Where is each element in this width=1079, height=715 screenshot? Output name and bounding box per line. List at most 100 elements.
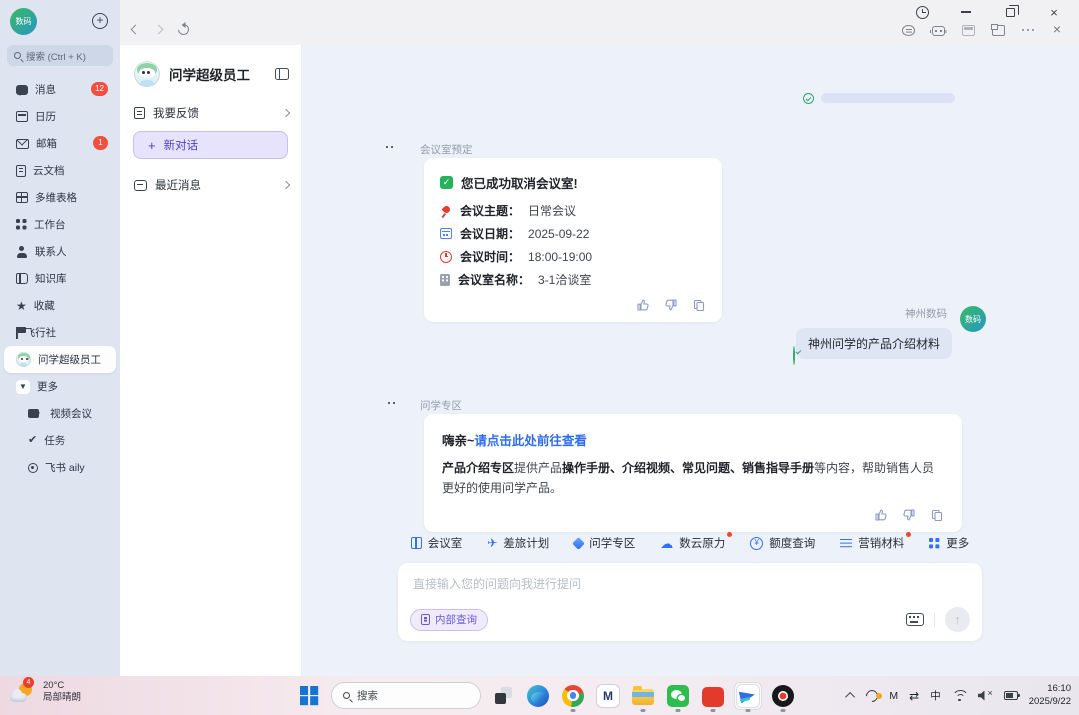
sidebar-item-aily[interactable]: 飞书 aily xyxy=(4,454,116,481)
quick-quota-query[interactable]: ¥额度查询 xyxy=(750,535,815,551)
app-toolbar: × xyxy=(902,24,1061,36)
sync-icon[interactable] xyxy=(864,687,881,704)
sidebar-item-contacts[interactable]: 联系人 xyxy=(4,238,116,265)
sidebar-item-calendar[interactable]: 日历 xyxy=(4,103,116,130)
internal-query-chip[interactable]: 内部查询 xyxy=(410,609,488,631)
minimize-icon[interactable] xyxy=(951,4,981,20)
greeting-text: 嗨亲~ xyxy=(442,434,474,448)
meeting-room-icon xyxy=(411,537,422,549)
go-view-link[interactable]: 请点击此处前往查看 xyxy=(474,434,587,448)
thumbs-down-icon[interactable] xyxy=(664,298,678,312)
copy-icon[interactable] xyxy=(692,298,706,312)
keyboard-icon[interactable] xyxy=(906,613,924,626)
recorder-app[interactable] xyxy=(770,683,796,709)
thumbs-down-icon[interactable] xyxy=(902,508,916,522)
sidebar-item-knowledge[interactable]: 知识库 xyxy=(4,265,116,292)
sidebar-item-tasks[interactable]: ✔ 任务 xyxy=(4,427,116,454)
sidebar-item-cloud-docs[interactable]: 云文档 xyxy=(4,157,116,184)
red-cat-app[interactable] xyxy=(700,683,726,709)
sidebar-item-workbench[interactable]: 工作台 xyxy=(4,211,116,238)
back-icon[interactable] xyxy=(131,25,141,35)
message-actions xyxy=(442,508,944,522)
copy-icon[interactable] xyxy=(930,508,944,522)
message-sender: 会议室预定 xyxy=(420,142,473,157)
grid-more-icon xyxy=(929,538,940,549)
m-app[interactable]: M xyxy=(595,683,621,709)
file-explorer-app[interactable] xyxy=(630,683,656,709)
search-input[interactable]: 搜索 (Ctrl + K) xyxy=(7,45,113,66)
wifi-icon[interactable] xyxy=(952,690,967,701)
quick-travel-plan[interactable]: ✈差旅计划 xyxy=(487,535,549,551)
robot-icon[interactable] xyxy=(932,26,945,36)
quick-product-zone[interactable]: 问学专区 xyxy=(574,535,635,551)
chat-area: 会议室预定 您已成功取消会议室! 会议主题： 日常会议 会议日期： 2025-0… xyxy=(302,45,1079,676)
taskbar-search[interactable]: 搜索 xyxy=(331,682,481,709)
unread-badge: 12 xyxy=(91,82,108,96)
m-app-icon: M xyxy=(597,685,619,707)
quick-marketing-material[interactable]: 营销材料 xyxy=(840,535,904,551)
cloud-icon: ☁ xyxy=(660,537,673,550)
sidebar-item-messages[interactable]: 消息 12 xyxy=(4,76,116,103)
history-icon[interactable] xyxy=(907,4,937,20)
muted-speaker-icon[interactable] xyxy=(978,691,993,701)
edge-app[interactable] xyxy=(525,683,551,709)
sidebar-item-wenxue-assistant[interactable]: 问学超级员工 xyxy=(4,346,116,373)
sidebar-item-feixingshe[interactable]: 飞行社 xyxy=(4,319,116,346)
tray-expand-icon[interactable] xyxy=(846,692,856,702)
taskbar: 4 20°C 局部晴朗 搜索 M M ⇄ 中 xyxy=(0,676,1079,715)
user-avatar: 数码 xyxy=(960,306,986,332)
sidebar-item-mail[interactable]: 邮箱 1 xyxy=(4,130,116,157)
sidebar-item-base-table[interactable]: 多维表格 xyxy=(4,184,116,211)
user-message-bubble: 神州问学的产品介绍材料 xyxy=(796,328,952,359)
close-icon[interactable]: × xyxy=(1039,4,1069,20)
collapse-panel-icon[interactable] xyxy=(275,68,289,80)
message-icon[interactable] xyxy=(902,25,915,36)
sidebar-item-more[interactable]: ▼ 更多 xyxy=(4,373,116,400)
sidebar-item-video-meeting[interactable]: 视频会议 xyxy=(4,400,116,427)
task-view-button[interactable] xyxy=(490,683,516,709)
card-view-icon[interactable] xyxy=(962,25,975,36)
weather-desc: 局部晴朗 xyxy=(43,692,81,704)
feedback-row[interactable]: 我要反馈 xyxy=(134,101,289,125)
wechat-app[interactable] xyxy=(665,683,691,709)
taskbar-clock[interactable]: 16:10 2025/9/22 xyxy=(1029,683,1071,708)
new-chat-button[interactable]: + 新对话 xyxy=(133,131,288,159)
pin-icon xyxy=(440,205,452,217)
taskbar-weather[interactable]: 4 20°C 局部晴朗 xyxy=(10,680,81,704)
start-button[interactable] xyxy=(296,683,322,709)
message-composer[interactable]: 直接输入您的问题向我进行提问 内部查询 ↑ xyxy=(398,563,982,641)
red-dot-badge xyxy=(906,532,911,537)
tray-m-icon[interactable]: M xyxy=(889,690,898,702)
product-zone-card: 嗨亲~请点击此处前往查看 产品介绍专区提供产品操作手册、介绍视频、常见问题、销售… xyxy=(424,414,962,532)
network-activity-icon[interactable]: ⇄ xyxy=(909,689,919,703)
chrome-app[interactable] xyxy=(560,683,586,709)
caret-down-icon: ▼ xyxy=(16,380,30,394)
unread-badge: 1 xyxy=(93,136,108,150)
thumbs-up-icon[interactable] xyxy=(874,508,888,522)
popout-icon[interactable] xyxy=(992,25,1005,36)
more-icon[interactable] xyxy=(1022,28,1036,32)
recent-messages-row[interactable]: 最近消息 xyxy=(134,173,289,197)
forward-icon[interactable] xyxy=(154,25,164,35)
send-button[interactable]: ↑ xyxy=(945,607,970,632)
battery-icon[interactable] xyxy=(1004,691,1018,700)
quick-meeting-room[interactable]: 会议室 xyxy=(411,535,463,551)
quick-shuyun[interactable]: ☁数云原力 xyxy=(660,535,725,551)
refresh-icon[interactable] xyxy=(176,22,191,37)
sidebar-item-favorites[interactable]: ★ 收藏 xyxy=(4,292,116,319)
restore-icon[interactable] xyxy=(995,4,1025,20)
workbench-grid-icon xyxy=(16,219,27,230)
table-icon xyxy=(16,192,28,203)
feishu-app[interactable] xyxy=(735,683,761,709)
quick-more[interactable]: 更多 xyxy=(929,535,969,551)
plane-icon: ✈ xyxy=(487,537,497,549)
meeting-card-title: 您已成功取消会议室! xyxy=(461,173,578,192)
plus-icon: + xyxy=(148,139,156,152)
close-app-icon[interactable]: × xyxy=(1053,24,1061,35)
input-method-indicator[interactable]: 中 xyxy=(930,688,941,703)
add-icon[interactable]: + xyxy=(92,13,108,29)
feedback-doc-icon xyxy=(134,107,145,119)
avatar[interactable]: 数码 xyxy=(10,8,37,35)
thumbs-up-icon[interactable] xyxy=(636,298,650,312)
office-building-icon xyxy=(440,274,450,286)
